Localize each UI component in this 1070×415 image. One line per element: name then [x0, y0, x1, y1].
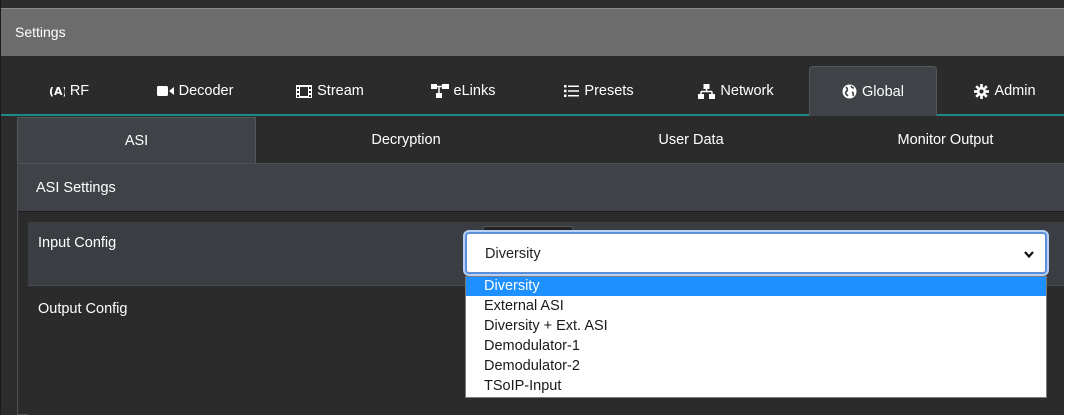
subtab-asi-label: ASI [124, 132, 149, 149]
tab-global[interactable]: Global [809, 66, 937, 116]
tab-decoder[interactable]: Decoder [147, 66, 243, 116]
svg-text:(A): (A) [49, 85, 65, 98]
tab-admin[interactable]: Admin [957, 66, 1053, 116]
input-config-value: Diversity [485, 246, 541, 262]
tab-admin-label: Admin [994, 83, 1036, 99]
panel-header: ASI Settings [18, 164, 1064, 212]
sitemap-icon [430, 84, 449, 98]
subtab-user-data-label: User Data [658, 132, 724, 148]
subtab-asi[interactable]: ASI [17, 117, 256, 163]
window-title: Settings [15, 24, 66, 40]
input-config-options-list: Diversity External ASI Diversity + Ext. … [465, 276, 1047, 398]
tab-elinks[interactable]: eLinks [419, 66, 507, 116]
subtab-monitor-output[interactable]: Monitor Output [826, 117, 1065, 163]
video-camera-icon [156, 86, 174, 96]
network-icon [698, 83, 716, 99]
input-config-select[interactable]: Diversity [465, 232, 1047, 274]
sub-tab-bar: ASI Decryption User Data Monitor Output [17, 117, 1065, 163]
option-diversity[interactable]: Diversity [466, 277, 1046, 296]
tab-global-label: Global [862, 83, 904, 100]
tab-stream-label: Stream [317, 83, 364, 99]
page-scrollbar[interactable] [1064, 0, 1070, 415]
option-tsoip-input[interactable]: TSoIP-Input [466, 377, 1046, 396]
main-tab-bar: (A) RF Decoder Stream eLinks Presets Net… [1, 56, 1065, 116]
list-icon [564, 85, 580, 97]
output-config-label: Output Config [38, 301, 128, 317]
chevron-down-icon [1024, 251, 1034, 259]
tab-rf[interactable]: (A) RF [27, 66, 111, 116]
option-demodulator-2[interactable]: Demodulator-2 [466, 357, 1046, 376]
antenna-icon: (A) [49, 85, 65, 98]
tab-rf-label: RF [69, 83, 90, 99]
subtab-monitor-output-label: Monitor Output [897, 132, 994, 148]
tab-presets-label: Presets [584, 83, 634, 99]
subtab-decryption-label: Decryption [371, 132, 441, 148]
input-config-label: Input Config [38, 235, 117, 251]
title-bar: Settings [1, 8, 1065, 56]
tab-stream[interactable]: Stream [285, 66, 375, 116]
tab-decoder-label: Decoder [178, 83, 234, 99]
globe-icon [842, 84, 857, 99]
tab-network[interactable]: Network [687, 66, 785, 116]
settings-window: Settings (A) RF Decoder Stream eLinks Pr… [0, 0, 1065, 415]
tab-network-label: Network [720, 83, 774, 99]
option-external-asi[interactable]: External ASI [466, 297, 1046, 316]
subtab-user-data[interactable]: User Data [556, 117, 826, 163]
film-icon [296, 84, 313, 98]
tab-elinks-label: eLinks [453, 83, 496, 99]
subtab-decryption[interactable]: Decryption [256, 117, 556, 163]
tab-presets[interactable]: Presets [555, 66, 643, 116]
option-demodulator-1[interactable]: Demodulator-1 [466, 337, 1046, 356]
panel-title: ASI Settings [36, 180, 116, 196]
option-diversity-ext-asi[interactable]: Diversity + Ext. ASI [466, 317, 1046, 336]
gear-icon [974, 83, 990, 99]
